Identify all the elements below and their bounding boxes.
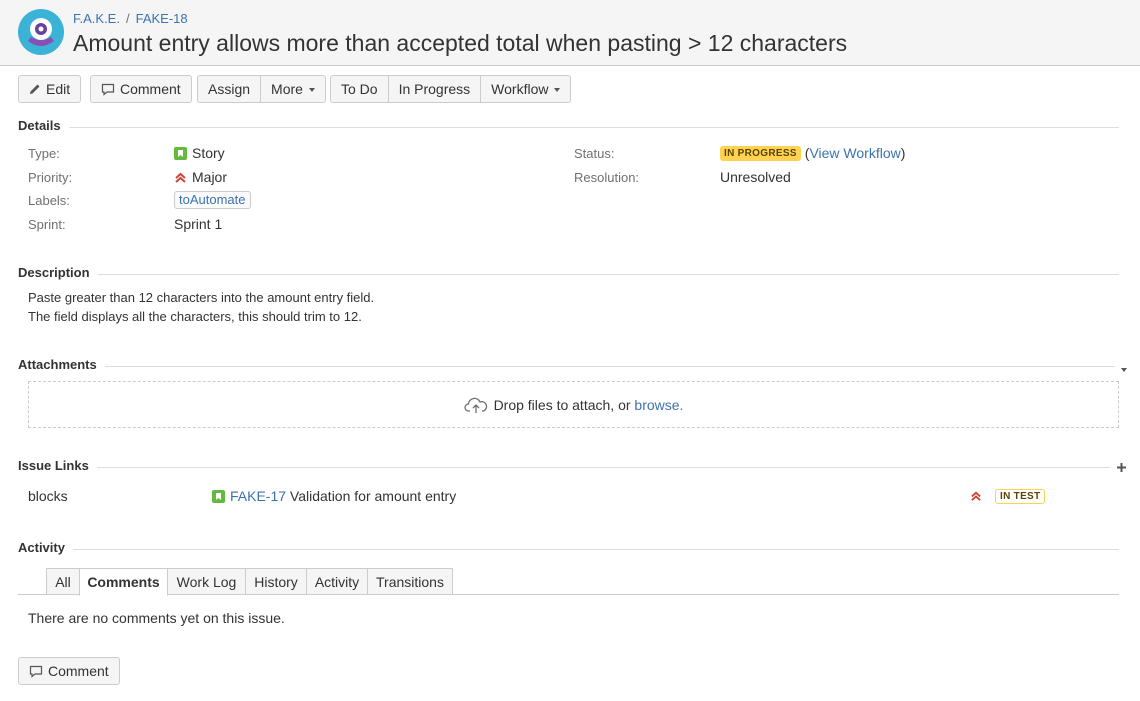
resolution-label: Resolution:: [574, 170, 640, 185]
no-comments-message: There are no comments yet on this issue.: [28, 610, 285, 626]
priority-value-text: Major: [192, 169, 228, 185]
type-value-text: Story: [192, 145, 225, 161]
breadcrumb-project[interactable]: F.A.K.E.: [73, 11, 120, 26]
assign-button[interactable]: Assign: [197, 75, 262, 103]
attachment-dropzone[interactable]: Drop files to attach, or browse.: [28, 381, 1119, 428]
attachments-heading: Attachments: [18, 357, 105, 372]
labels-label: Labels:: [28, 193, 70, 208]
tab-comments[interactable]: Comments: [79, 568, 168, 596]
chevron-down-icon: [1121, 368, 1127, 372]
story-icon: [174, 146, 187, 160]
edit-button[interactable]: Edit: [18, 75, 82, 103]
link-relation: blocks: [28, 488, 68, 504]
activity-heading: Activity: [18, 540, 73, 555]
plus-icon: [1117, 463, 1126, 472]
status-value: IN PROGRESS (View Workflow): [720, 145, 905, 161]
priority-label: Priority:: [28, 170, 73, 185]
resolution-value: Unresolved: [720, 169, 791, 185]
view-workflow-close-paren: ): [900, 145, 906, 161]
cloud-upload-icon: [463, 397, 487, 413]
linked-issue: FAKE-17 Validation for amount entry: [212, 488, 456, 504]
issue-links-heading: Issue Links: [18, 458, 97, 473]
comment-button-label: Comment: [120, 81, 181, 97]
linked-issue-summary[interactable]: Validation for amount entry: [290, 488, 456, 504]
tab-history[interactable]: History: [245, 568, 307, 595]
linked-issue-status-badge: IN TEST: [995, 489, 1046, 504]
tab-activity[interactable]: Activity: [306, 568, 368, 595]
breadcrumb: F.A.K.E. / FAKE-18: [73, 11, 188, 26]
breadcrumb-separator: /: [125, 11, 130, 26]
view-workflow-link[interactable]: View Workflow: [809, 145, 900, 161]
label-tag[interactable]: toAutomate: [174, 191, 251, 209]
add-link-button[interactable]: [1110, 460, 1127, 476]
issue-links-section-header[interactable]: Issue Links: [18, 458, 1127, 478]
section-divider: [18, 467, 1119, 468]
workflow-button[interactable]: Workflow: [481, 75, 572, 103]
linked-issue-key[interactable]: FAKE-17: [230, 488, 286, 504]
page-title: Amount entry allows more than accepted t…: [73, 30, 848, 56]
attachments-options-dropdown[interactable]: [1115, 359, 1127, 375]
todo-button[interactable]: To Do: [330, 75, 389, 103]
description-line: Paste greater than 12 characters into th…: [28, 290, 375, 305]
details-heading: Details: [18, 118, 69, 133]
comment-icon: [101, 83, 115, 96]
section-divider: [18, 549, 1119, 550]
tab-transitions[interactable]: Transitions: [367, 568, 453, 595]
add-comment-button-label: Comment: [48, 663, 109, 679]
tab-work-log[interactable]: Work Log: [167, 568, 246, 595]
story-icon: [212, 489, 225, 503]
type-value: Story: [174, 145, 225, 161]
priority-value: Major: [174, 169, 227, 185]
details-section-header[interactable]: Details: [18, 118, 1119, 138]
more-button[interactable]: More: [261, 75, 326, 103]
description-section-header[interactable]: Description: [18, 265, 1119, 285]
chevron-down-icon: [554, 87, 561, 92]
browse-link[interactable]: browse.: [634, 397, 683, 413]
description-body: Paste greater than 12 characters into th…: [28, 288, 374, 326]
type-label: Type:: [28, 146, 60, 161]
drop-files-text: Drop files to attach, or: [493, 396, 631, 413]
activity-tabs: All Comments Work Log History Activity T…: [18, 568, 1119, 596]
priority-major-icon: [175, 172, 186, 183]
section-divider: [18, 274, 1119, 275]
sprint-value: Sprint 1: [174, 216, 223, 232]
edit-button-label: Edit: [46, 81, 71, 97]
comment-button[interactable]: Comment: [90, 75, 192, 103]
add-comment-button[interactable]: Comment: [18, 657, 120, 685]
status-badge: IN PROGRESS: [720, 145, 801, 161]
sprint-label: Sprint:: [28, 217, 66, 232]
workflow-button-label: Workflow: [491, 81, 549, 97]
priority-major-icon: [971, 491, 981, 501]
description-line: The field displays all the characters, t…: [28, 309, 362, 324]
in-progress-button[interactable]: In Progress: [388, 75, 482, 103]
labels-value: toAutomate: [174, 191, 251, 209]
description-heading: Description: [18, 265, 98, 280]
more-button-label: More: [271, 81, 303, 97]
issue-header: F.A.K.E. / FAKE-18 Amount entry allows mor…: [0, 0, 1140, 66]
project-avatar[interactable]: [18, 9, 64, 55]
attachments-section-header[interactable]: Attachments: [18, 357, 1127, 377]
breadcrumb-issue-key[interactable]: FAKE-18: [136, 11, 188, 26]
pencil-icon: [29, 83, 41, 95]
chevron-down-icon: [308, 87, 315, 92]
status-label: Status:: [574, 146, 615, 161]
section-divider: [18, 127, 1119, 128]
tab-all[interactable]: All: [46, 568, 80, 595]
section-divider: [18, 366, 1119, 367]
comment-icon: [29, 665, 43, 678]
activity-section-header[interactable]: Activity: [18, 540, 1119, 560]
